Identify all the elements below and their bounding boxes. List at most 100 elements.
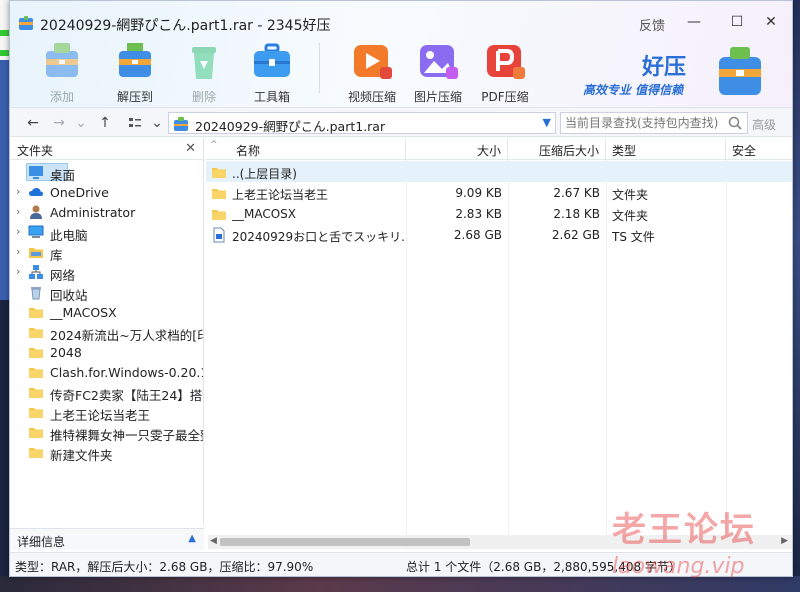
column-name[interactable]: ^ 名称 [206, 138, 406, 160]
row-type: 文件夹 [612, 209, 649, 223]
table-row[interactable]: 20240929お口と舌でスッキリ... 2.68 GB 2.62 GB TS 文件 [206, 224, 792, 245]
tree-item[interactable]: 桌面 [10, 162, 203, 183]
tree-item-label: OneDrive [50, 185, 109, 200]
maximize-button[interactable]: ☐ [724, 11, 750, 33]
computer-icon [28, 224, 44, 240]
feedback-link[interactable]: 反馈 [639, 15, 665, 34]
column-size[interactable]: 大小 [406, 138, 508, 160]
video-compress-icon [354, 45, 392, 79]
window-title: 20240929-網野ぴこん.part1.rar - 2345好压 [40, 18, 331, 34]
tree-item[interactable]: 回收站 [10, 282, 203, 303]
toolbox-button[interactable]: 工具箱 [242, 41, 302, 104]
row-size: 2.68 GB [453, 228, 502, 242]
horizontal-scrollbar[interactable]: ◀ ▶ [208, 535, 792, 549]
tree-item[interactable]: 2024新流出~万人求档的[印度 [10, 322, 203, 343]
folder-icon [28, 404, 44, 420]
tree-item[interactable]: › 库 [10, 242, 203, 263]
table-row[interactable]: ..(上层目录) [206, 161, 792, 182]
scrollbar-thumb[interactable] [220, 538, 470, 546]
view-mode-dropdown[interactable]: ⌄ [148, 114, 166, 132]
minimize-icon: — [687, 14, 701, 30]
expand-arrow-icon[interactable]: › [16, 205, 20, 218]
row-type: TS 文件 [612, 230, 655, 244]
row-name: ..(上层目录) [232, 167, 297, 181]
scroll-right-icon[interactable]: ▶ [781, 536, 788, 546]
recycle-bin-icon [28, 284, 44, 300]
back-button[interactable]: ← [24, 114, 42, 132]
folder-tree: 文件夹 ✕ 桌面 › OneDrive › Administrator › 此电脑 › 库 › 网络… [10, 138, 204, 525]
add-button[interactable]: 添加 [32, 41, 92, 104]
file-total-status: 总计 1 个文件（2.68 GB，2,880,595,408 字节） [406, 560, 681, 574]
expand-arrow-icon[interactable]: › [16, 245, 20, 258]
details-panel-toggle[interactable]: 详细信息 ▲ [10, 528, 204, 550]
arrow-right-icon: → [53, 115, 65, 131]
brand-name: 好压 [642, 55, 687, 80]
tree-item[interactable]: Clash.for.Windows-0.20.16 [10, 362, 203, 382]
tree-item[interactable]: 传奇FC2卖家【陆王24】搭讪 [10, 382, 203, 403]
video-compress-button[interactable]: 视频压缩 [342, 41, 402, 104]
column-security[interactable]: 安全 [726, 138, 792, 160]
toolbox-icon [254, 43, 290, 77]
app-logo-icon [19, 16, 33, 30]
user-icon [28, 204, 44, 220]
image-compress-button[interactable]: 图片压缩 [408, 41, 468, 104]
toolbar-divider [319, 43, 320, 93]
row-packed-size: 2.18 KB [553, 207, 600, 221]
minimize-button[interactable]: — [681, 11, 707, 33]
table-row[interactable]: __MACOSX 2.83 KB 2.18 KB 文件夹 [206, 203, 792, 224]
row-packed-size: 2.67 KB [553, 186, 600, 200]
pdf-compress-button[interactable]: PDF压缩 [475, 41, 535, 104]
view-mode-button[interactable] [126, 114, 144, 132]
folder-tree-title: 文件夹 [17, 144, 54, 158]
forward-button[interactable]: → [50, 114, 68, 132]
row-size: 9.09 KB [455, 186, 502, 200]
details-label: 详细信息 [17, 535, 66, 549]
tree-item[interactable]: › 此电脑 [10, 222, 203, 243]
folder-icon [28, 304, 44, 320]
search-input[interactable] [561, 113, 721, 133]
expand-arrow-icon[interactable]: › [16, 225, 20, 238]
path-text: 20240929-網野ぴこん.part1.rar [195, 119, 386, 134]
folder-icon [28, 424, 44, 440]
tree-item[interactable]: 上老王论坛当老王 [10, 402, 203, 423]
up-button[interactable]: ↑ [96, 114, 114, 132]
tree-item[interactable]: 新建文件夹 [10, 442, 203, 463]
tree-item[interactable]: › 网络 [10, 262, 203, 283]
delete-button[interactable]: 删除 [174, 41, 234, 104]
tree-item-label: __MACOSX [50, 305, 117, 320]
path-dropdown-icon[interactable]: ▼ [543, 116, 551, 129]
tree-item-label: Administrator [50, 205, 136, 220]
path-field[interactable]: 20240929-網野ぴこん.part1.rar ▼ [168, 112, 556, 134]
search-box [560, 112, 748, 134]
tree-item-label: 新建文件夹 [50, 448, 113, 463]
table-row[interactable]: 上老王论坛当老王 9.09 KB 2.67 KB 文件夹 [206, 182, 792, 203]
close-icon[interactable]: ✕ [185, 141, 196, 156]
column-type[interactable]: 类型 [606, 138, 726, 160]
title-bar: 20240929-網野ぴこん.part1.rar - 2345好压 反馈 — ☐… [10, 1, 792, 107]
row-type: 文件夹 [612, 188, 649, 202]
close-button[interactable]: ✕ [758, 11, 784, 33]
scroll-left-icon[interactable]: ◀ [210, 536, 217, 546]
tree-item[interactable]: › OneDrive [10, 182, 203, 202]
extract-archive-icon [119, 43, 151, 77]
advanced-search-link[interactable]: 高级 [752, 116, 776, 133]
arrow-left-icon: ← [27, 115, 39, 131]
tree-item[interactable]: 2048 [10, 342, 203, 362]
add-archive-icon [46, 43, 78, 77]
expand-arrow-icon[interactable]: › [16, 265, 20, 278]
tree-item[interactable]: › Administrator [10, 202, 203, 222]
view-list-icon [129, 118, 141, 127]
tree-item[interactable]: 推特裸舞女神一只雯子最全整 [10, 422, 203, 443]
file-list-header: ^ 名称 大小 压缩后大小 类型 安全 [206, 138, 792, 160]
pdf-compress-icon [487, 45, 525, 79]
expand-arrow-icon[interactable]: › [16, 185, 20, 198]
folder-icon [28, 324, 44, 340]
extract-button[interactable]: 解压到 [105, 41, 165, 104]
library-icon [28, 244, 44, 260]
search-icon[interactable] [727, 115, 743, 131]
tree-item[interactable]: __MACOSX [10, 302, 203, 322]
forward-dropdown[interactable]: ⌄ [72, 114, 90, 132]
column-packed-size[interactable]: 压缩后大小 [508, 138, 606, 160]
folder-icon [211, 164, 227, 180]
toolbox-button-label: 工具箱 [253, 90, 290, 104]
